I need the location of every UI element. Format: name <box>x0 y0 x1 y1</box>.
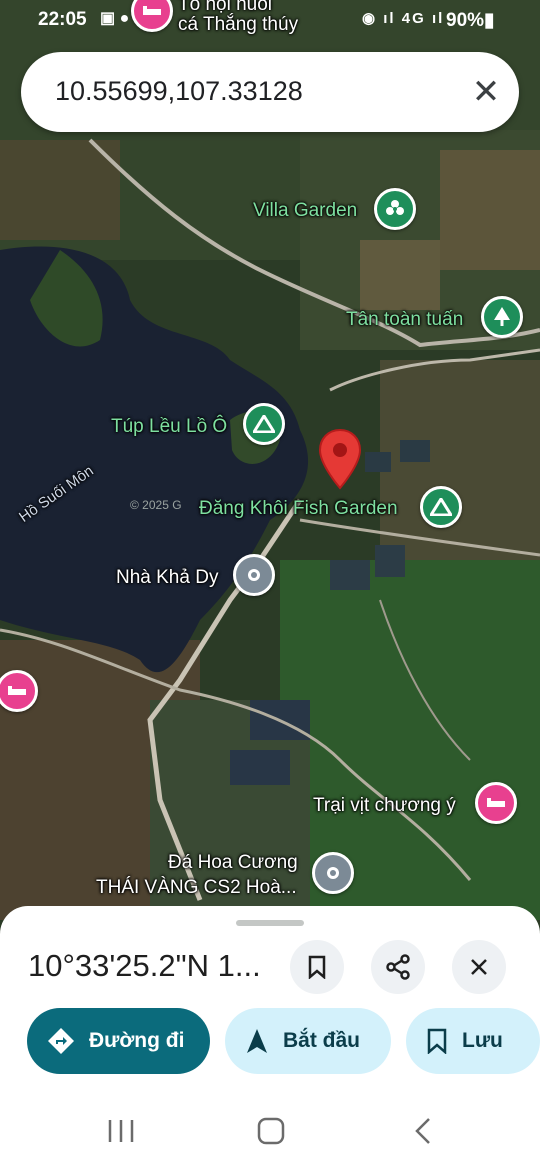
map-watermark: © 2025 G <box>130 498 182 512</box>
system-navigation-bar <box>0 1092 540 1170</box>
map-label-tup-leu[interactable]: Túp Lều Lồ Ô <box>111 416 227 438</box>
place-icon[interactable] <box>312 852 354 894</box>
notification-icons: ▣ ● <box>100 10 130 27</box>
campground-icon[interactable] <box>243 403 285 445</box>
bookmark-icon <box>308 955 326 979</box>
start-navigation-button[interactable]: Bắt đầu <box>225 1008 391 1074</box>
park-icon[interactable] <box>481 296 523 338</box>
status-time: 22:05 <box>38 9 87 30</box>
bookmark-icon <box>426 1028 448 1054</box>
directions-icon <box>47 1027 75 1055</box>
place-coordinates-title: 10°33'25.2"N 1... <box>28 948 261 983</box>
save-button[interactable]: Lưu <box>406 1008 540 1074</box>
battery-level: 90%▮ <box>446 10 495 31</box>
sheet-drag-handle[interactable] <box>236 920 304 926</box>
map-label-tan-toan-tuan[interactable]: Tân toàn tuấn <box>346 309 463 331</box>
hotel-icon[interactable] <box>475 782 517 824</box>
navigation-arrow-icon <box>245 1028 269 1054</box>
dropped-pin-icon[interactable] <box>318 428 362 490</box>
back-icon[interactable] <box>414 1117 432 1145</box>
map-label-thai-vang[interactable]: THÁI VÀNG CS2 Hoà... <box>96 877 297 899</box>
directions-button[interactable]: Đường đi <box>27 1008 210 1074</box>
close-icon[interactable]: ✕ <box>464 70 508 114</box>
signal-icons: ◉ ıl 4G ıl <box>362 10 445 27</box>
map-label-nha-kha-dy[interactable]: Nhà Khả Dy <box>116 567 218 589</box>
save-label: Lưu <box>462 1029 503 1052</box>
place-icon[interactable] <box>233 554 275 596</box>
start-label: Bắt đầu <box>283 1029 361 1052</box>
bookmark-button[interactable] <box>290 940 344 994</box>
share-button[interactable] <box>371 940 425 994</box>
search-bar[interactable]: 10.55699,107.33128 ✕ <box>21 52 519 132</box>
map-label-top-place-line2[interactable]: cá Thắng thúy <box>178 14 298 36</box>
map-label-da-hoa-cuong[interactable]: Đá Hoa Cương <box>168 852 298 874</box>
search-query[interactable]: 10.55699,107.33128 <box>55 76 303 107</box>
map-label-trai-vit[interactable]: Trại vịt chương ý <box>313 795 456 817</box>
close-icon <box>471 959 487 975</box>
garden-icon[interactable] <box>374 188 416 230</box>
home-icon[interactable] <box>257 1117 285 1145</box>
recent-apps-icon[interactable] <box>106 1118 136 1144</box>
network-type: 4G <box>401 10 426 27</box>
map-label-villa-garden[interactable]: Villa Garden <box>253 200 357 222</box>
directions-label: Đường đi <box>89 1029 185 1052</box>
close-sheet-button[interactable] <box>452 940 506 994</box>
share-icon <box>386 954 410 980</box>
map-label-dang-khoi[interactable]: Đăng Khôi Fish Garden <box>199 498 398 520</box>
campground-icon[interactable] <box>420 486 462 528</box>
